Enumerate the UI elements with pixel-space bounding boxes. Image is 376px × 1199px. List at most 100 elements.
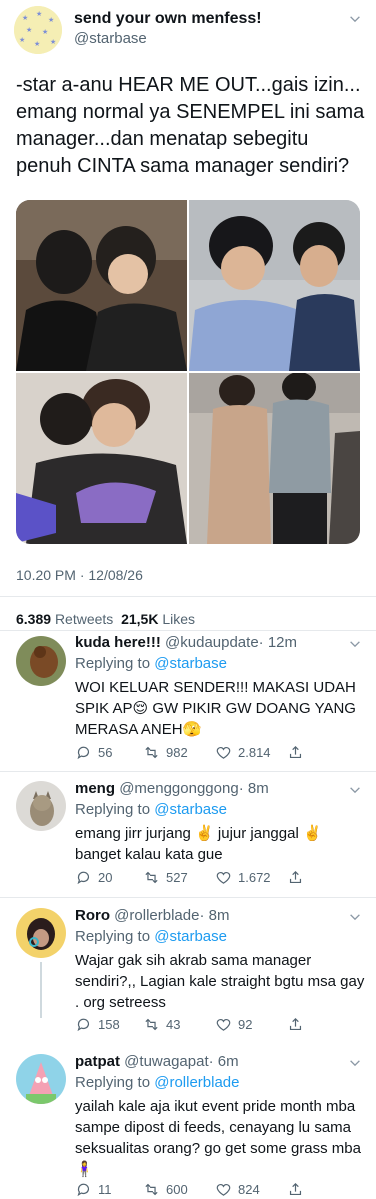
replying-label: Replying to	[75, 801, 151, 818]
reply-icon	[77, 746, 89, 760]
heart-icon	[216, 1183, 231, 1196]
reply-display-name[interactable]: meng	[75, 780, 115, 797]
heart-icon	[216, 871, 231, 884]
author-handle[interactable]: @starbase	[74, 30, 147, 47]
reply-button[interactable]: 11	[75, 1181, 112, 1198]
replying-mention[interactable]: @starbase	[154, 801, 227, 818]
chevron-down-icon[interactable]	[348, 910, 362, 924]
reply-time[interactable]: · 6m	[209, 1053, 239, 1070]
replying-label: Replying to	[75, 928, 151, 945]
reply-text: yailah kale aja ikut event pride month m…	[75, 1098, 361, 1178]
like-count[interactable]: 21,5K	[121, 611, 158, 627]
reply-avatar[interactable]	[16, 781, 66, 831]
reply-time[interactable]: · 8m	[199, 907, 229, 924]
tweet-photo-grid[interactable]	[16, 200, 360, 544]
reply-handle[interactable]: @kudaupdate	[165, 634, 259, 651]
replying-label: Replying to	[75, 655, 151, 672]
like-button[interactable]: 92	[215, 1016, 252, 1033]
heart-icon	[216, 1018, 231, 1031]
reply-display-name[interactable]: Roro	[75, 907, 110, 924]
svg-text:★: ★	[19, 36, 25, 44]
retweet-button[interactable]: 600	[143, 1181, 188, 1198]
chevron-down-icon[interactable]	[348, 12, 362, 26]
reply-author[interactable]: Roro @rollerblade· 8m	[75, 907, 229, 924]
share-button[interactable]	[287, 869, 310, 886]
reply-handle[interactable]: @rollerblade	[114, 907, 199, 924]
reply-time[interactable]: · 12m	[259, 634, 297, 651]
retweet-icon	[145, 1183, 158, 1196]
reply-author[interactable]: meng @menggonggong· 8m	[75, 780, 269, 797]
reply-avatar[interactable]	[16, 636, 66, 686]
reply-time[interactable]: · 8m	[239, 780, 269, 797]
retweet-button[interactable]: 527	[143, 869, 188, 886]
author-display-name[interactable]: send your own menfess!	[74, 10, 262, 28]
reply-avatar[interactable]	[16, 908, 66, 958]
svg-text:★: ★	[48, 16, 54, 24]
like-button[interactable]: 824	[215, 1181, 260, 1198]
svg-text:★: ★	[36, 10, 42, 18]
divider	[0, 771, 376, 772]
reply-actions: 158 43 92	[75, 1016, 305, 1036]
like-button[interactable]: 2.814	[215, 744, 271, 761]
reply-handle[interactable]: @tuwagapat	[124, 1053, 208, 1070]
chevron-down-icon[interactable]	[348, 637, 362, 651]
tweet-timestamp[interactable]: 10.20 PM · 12/08/26	[16, 567, 143, 583]
retweet-icon	[145, 1018, 158, 1031]
reply-avatar[interactable]	[16, 1054, 66, 1104]
reply-icon	[77, 1183, 89, 1197]
retweet-count[interactable]: 6.389	[16, 611, 51, 627]
retweet-button[interactable]: 982	[143, 744, 188, 761]
like-button[interactable]: 1.672	[215, 869, 271, 886]
reply-button[interactable]: 56	[75, 744, 112, 761]
replying-mention[interactable]: @rollerblade	[154, 1074, 239, 1091]
svg-text:★: ★	[42, 28, 48, 36]
tweet-photo-3[interactable]	[16, 373, 187, 544]
reply-display-name[interactable]: patpat	[75, 1053, 120, 1070]
reply-author[interactable]: kuda here!!! @kudaupdate· 12m	[75, 634, 297, 651]
reply-actions: 56 982 2.814	[75, 744, 305, 764]
tweet-text: -star a-anu HEAR ME OUT...gais izin... e…	[16, 74, 365, 177]
star-pattern-avatar-image: ★ ★★ ★ ★★ ★ ★	[14, 6, 62, 54]
share-button[interactable]	[287, 744, 310, 761]
retweet-button[interactable]: 43	[143, 1016, 180, 1033]
reply-actions: 20 527 1.672	[75, 869, 305, 889]
reply-count: 11	[98, 1182, 112, 1197]
chevron-down-icon[interactable]	[348, 1056, 362, 1070]
thread-connector	[40, 962, 42, 1018]
tweet-stats: 6.389 Retweets 21,5K Likes	[16, 611, 195, 627]
retweet-count: 982	[166, 745, 188, 760]
share-icon	[289, 1017, 302, 1031]
reply-handle[interactable]: @menggonggong	[119, 780, 239, 797]
reply-text: Wajar gak sih akrab sama manager sendiri…	[75, 952, 365, 1011]
reply-text: WOI KELUAR SENDER!!! MAKASI UDAH SPIK AP…	[75, 679, 356, 738]
like-count: 1.672	[238, 870, 271, 885]
reply-count: 158	[98, 1017, 120, 1032]
replying-mention[interactable]: @starbase	[154, 928, 227, 945]
retweet-icon	[145, 871, 158, 884]
tweet-photo-4[interactable]	[189, 373, 360, 544]
replying-mention[interactable]: @starbase	[154, 655, 227, 672]
likes-label[interactable]: Likes	[162, 611, 195, 627]
svg-text:★: ★	[26, 26, 32, 34]
share-button[interactable]	[287, 1181, 310, 1198]
svg-text:★: ★	[34, 40, 40, 48]
tweet-photo-2[interactable]	[189, 200, 360, 371]
reply-count: 56	[98, 745, 113, 760]
reply-icon	[77, 1018, 89, 1032]
reply-button[interactable]: 158	[75, 1016, 120, 1033]
main-avatar[interactable]: ★ ★ ★ ★ ★ ★ ★ ★	[14, 6, 62, 54]
reply-display-name[interactable]: kuda here!!!	[75, 634, 161, 651]
retweets-label[interactable]: Retweets	[55, 611, 113, 627]
reply-button[interactable]: 20	[75, 869, 112, 886]
divider	[0, 897, 376, 898]
tweet-photo-1[interactable]	[16, 200, 187, 371]
reply-count: 20	[98, 870, 113, 885]
replying-to: Replying to @starbase	[75, 928, 227, 945]
like-count: 824	[238, 1182, 260, 1197]
replying-label: Replying to	[75, 1074, 151, 1091]
reply-author[interactable]: patpat @tuwagapat· 6m	[75, 1053, 239, 1070]
like-count: 2.814	[238, 745, 271, 760]
svg-text:★: ★	[22, 14, 28, 22]
share-button[interactable]	[287, 1016, 310, 1033]
chevron-down-icon[interactable]	[348, 783, 362, 797]
